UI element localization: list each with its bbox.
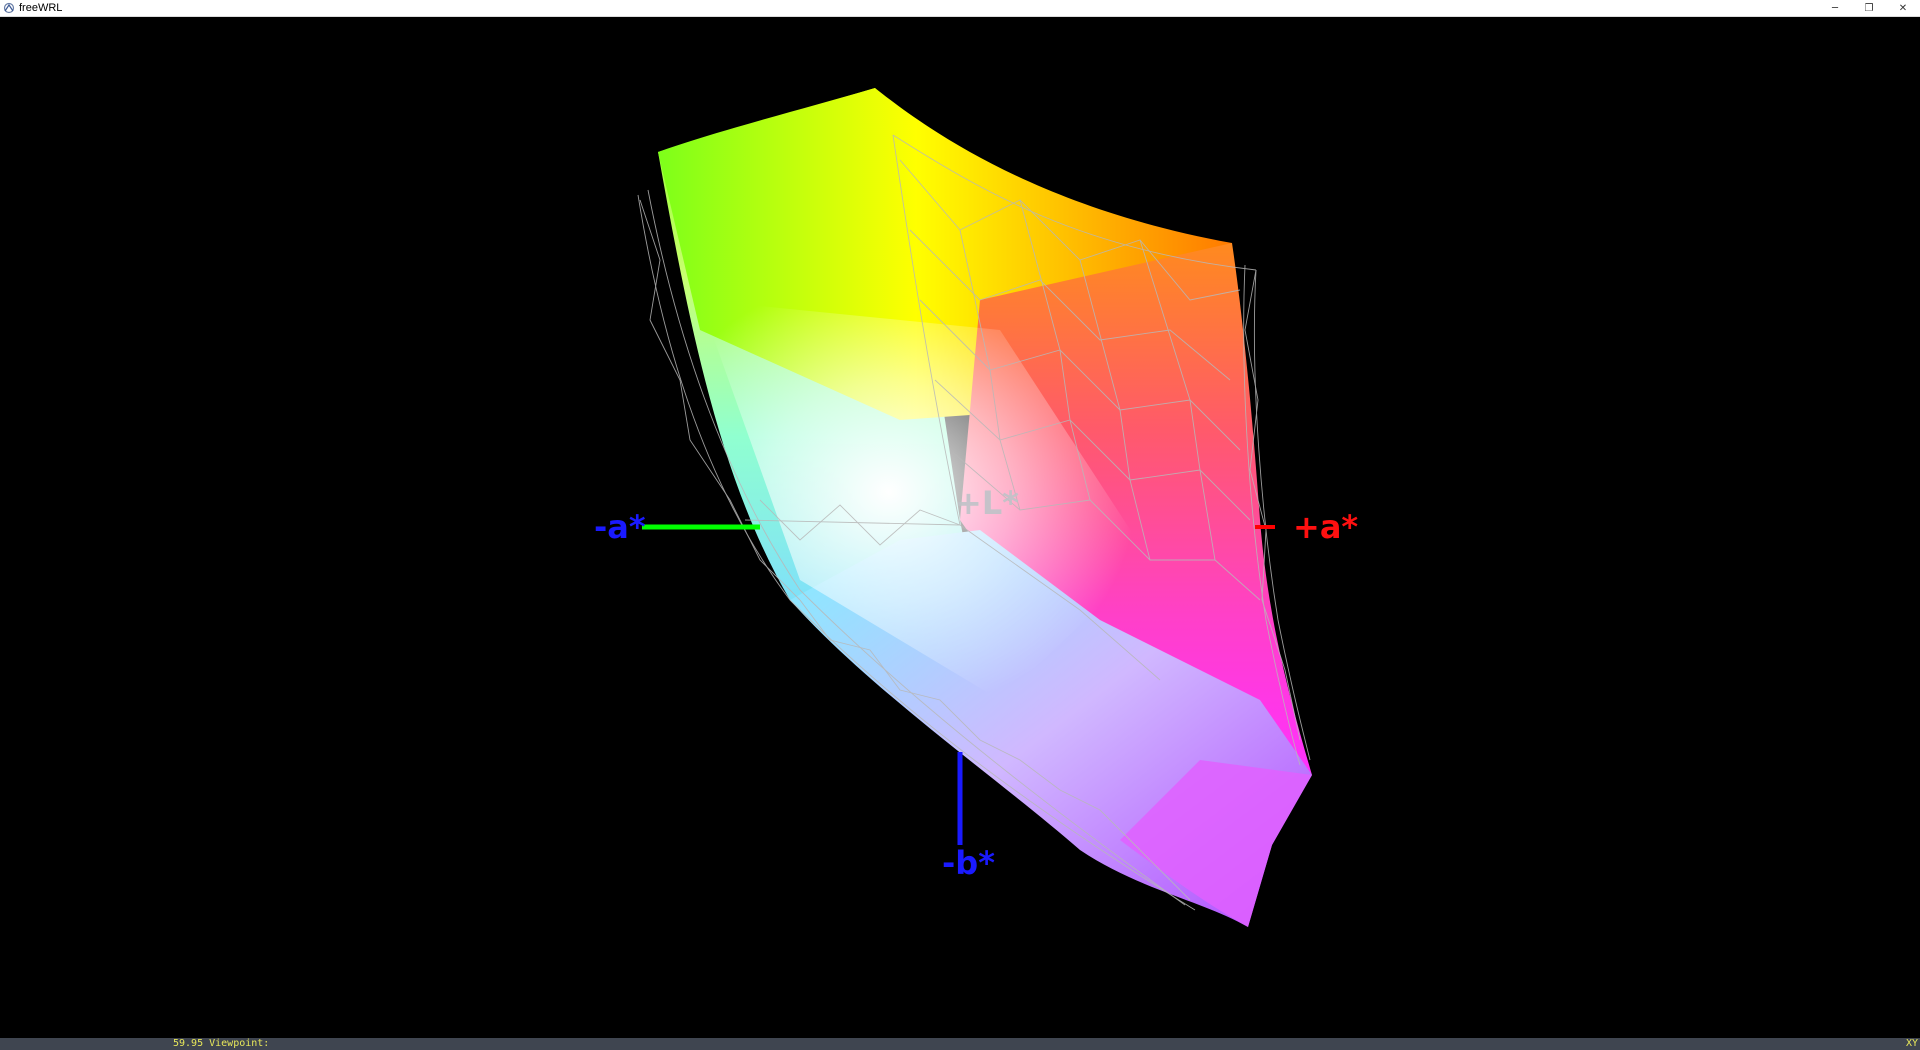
gamut-scene[interactable]: -a* +a* -b* +L* <box>0 17 1920 1038</box>
neg-b-axis-label: -b* <box>942 844 995 882</box>
pos-a-axis-label: +a* <box>1293 508 1358 546</box>
close-icon: ✕ <box>1898 2 1908 14</box>
restore-icon: ❐ <box>1864 2 1874 14</box>
window-controls: ─ ❐ ✕ <box>1818 0 1920 16</box>
window-title: freeWRL <box>19 2 63 14</box>
minimize-icon: ─ <box>1831 2 1839 14</box>
status-bar: 59.95 Viewpoint: XY <box>0 1038 1920 1050</box>
freewrl-window: freeWRL ─ ❐ ✕ -a* +a* -b* +L* 59.95 View… <box>0 0 1920 1050</box>
pos-l-axis-label: +L* <box>955 484 1019 522</box>
status-fps-viewpoint: 59.95 Viewpoint: <box>173 1038 270 1049</box>
status-navigation-mode[interactable]: XY <box>1906 1038 1918 1050</box>
title-bar[interactable]: freeWRL ─ ❐ ✕ <box>0 0 1920 17</box>
minimize-button[interactable]: ─ <box>1818 0 1852 16</box>
3d-viewport[interactable]: -a* +a* -b* +L* <box>0 17 1920 1038</box>
freewrl-app-icon <box>3 2 15 14</box>
restore-button[interactable]: ❐ <box>1852 0 1886 16</box>
close-button[interactable]: ✕ <box>1886 0 1920 16</box>
neg-a-axis-label: -a* <box>594 508 646 546</box>
